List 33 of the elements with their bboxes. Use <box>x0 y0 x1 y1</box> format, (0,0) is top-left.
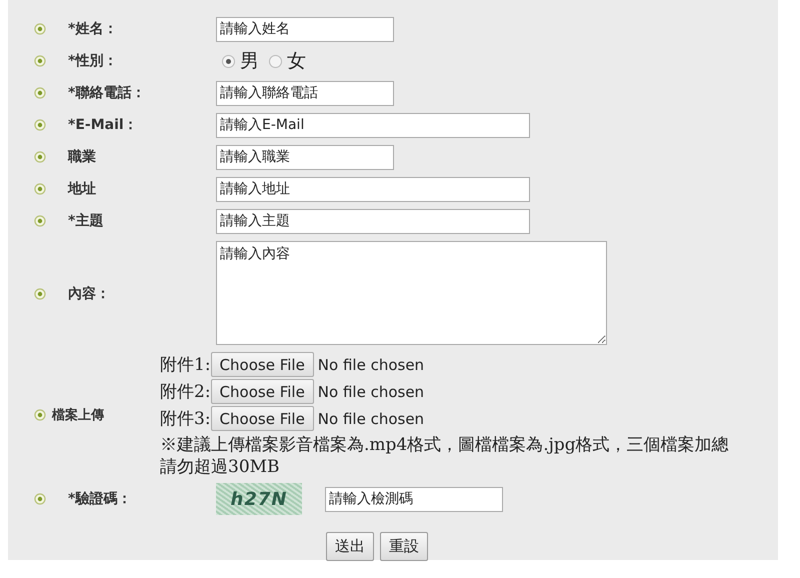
field-label: 內容： <box>68 285 111 303</box>
file-status: No file chosen <box>318 382 424 400</box>
file-status: No file chosen <box>318 356 424 374</box>
radio-label: 男 <box>240 49 259 74</box>
field-label: *驗證碼： <box>68 490 132 508</box>
radio-label: 女 <box>287 49 306 74</box>
field-label: 職業 <box>68 148 97 166</box>
captcha-field[interactable]: 請輸入檢測碼 <box>325 486 503 512</box>
attachment-label: 附件3: <box>160 408 211 430</box>
text-field[interactable]: 請輸入E-Mail <box>216 112 530 138</box>
text-area[interactable]: 請輸入內容 <box>216 241 607 345</box>
text-field[interactable]: 請輸入聯絡電話 <box>216 80 394 106</box>
choose-file-button[interactable]: Choose File <box>210 406 314 431</box>
text-field[interactable]: 請輸入職業 <box>216 144 394 170</box>
field-label: *姓名： <box>68 20 118 38</box>
file-status: No file chosen <box>318 410 424 428</box>
attachment-label: 附件2: <box>160 381 211 403</box>
reset-button[interactable]: 重設 <box>380 532 428 561</box>
choose-file-button[interactable]: Choose File <box>210 379 314 404</box>
submit-button[interactable]: 送出 <box>326 532 374 561</box>
field-label: *E-Mail： <box>68 116 139 134</box>
choose-file-button[interactable]: Choose File <box>210 352 314 377</box>
text-field[interactable]: 請輸入地址 <box>216 176 530 202</box>
field-label: 地址 <box>68 180 97 198</box>
captcha-code: h27N <box>216 483 302 515</box>
field-label: *主題 <box>68 212 104 230</box>
field-label: *聯絡電話： <box>68 84 146 102</box>
text-field[interactable]: 請輸入姓名 <box>216 16 394 42</box>
text-field[interactable]: 請輸入主題 <box>216 208 530 234</box>
field-label: *性別： <box>68 52 118 70</box>
attachment-label: 附件1: <box>160 354 211 376</box>
upload-note: ※建議上傳檔案影音檔案為.mp4格式，圖檔檔案為.jpg格式，三個檔案加總請勿超過30MB <box>160 434 730 478</box>
field-label: 檔案上傳 <box>52 406 105 424</box>
